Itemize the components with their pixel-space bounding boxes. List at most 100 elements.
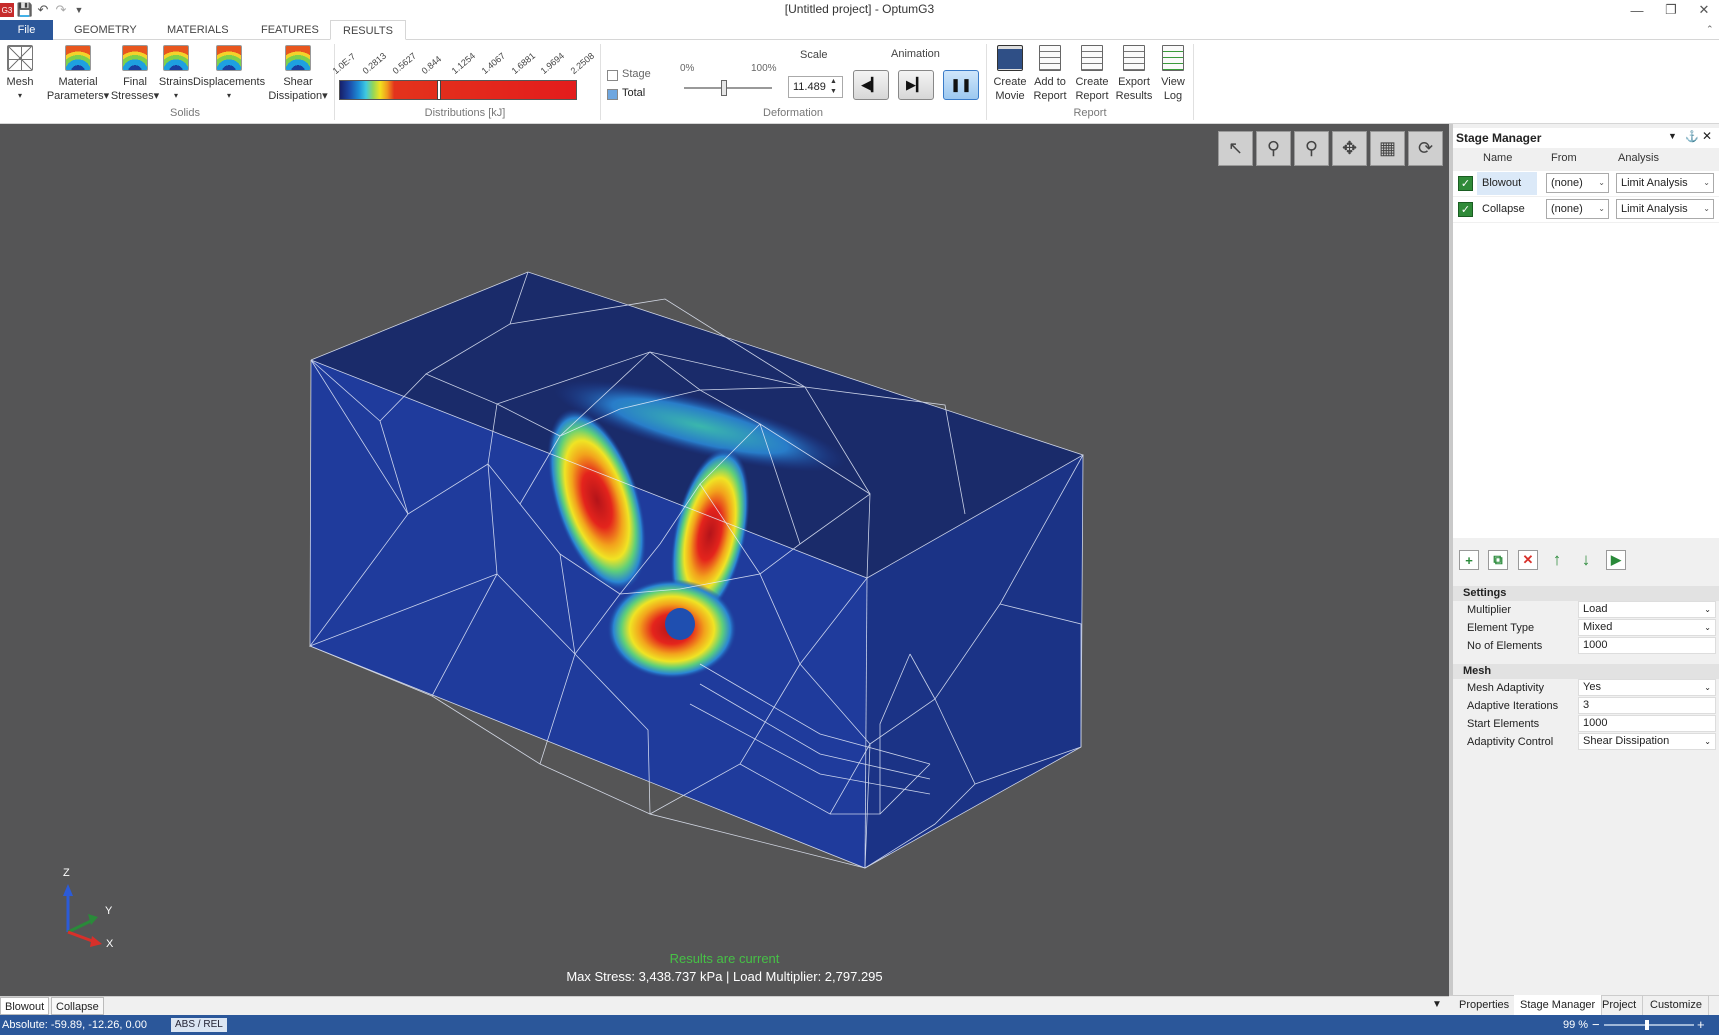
deformation-slider-thumb[interactable]: [720, 80, 727, 96]
colorbar[interactable]: [339, 80, 577, 100]
tab-geometry[interactable]: GEOMETRY: [62, 20, 149, 40]
zoom-level: 99 %: [1563, 1019, 1589, 1031]
tab-stage-manager[interactable]: Stage Manager: [1514, 995, 1603, 1015]
stage-tab-blowout[interactable]: Blowout: [0, 997, 50, 1015]
zoom-extents-icon[interactable]: ⚲: [1294, 131, 1329, 166]
scale-spinner-icon[interactable]: ▲ ▼: [830, 77, 837, 97]
stage-name[interactable]: Collapse: [1477, 198, 1537, 221]
deformation-slider-track[interactable]: [684, 87, 772, 89]
create-report-button[interactable]: Create Report: [1073, 45, 1111, 103]
minimize-icon[interactable]: —: [1623, 0, 1651, 20]
shear-dissipation-icon: [285, 45, 311, 71]
stage-row[interactable]: ✓ Blowout (none) ⌄ Limit Analysis ⌄: [1453, 171, 1719, 196]
add-to-report-button[interactable]: Add to Report: [1032, 45, 1068, 103]
zoom-slider-thumb[interactable]: [1645, 1020, 1649, 1030]
stage-tabs-overflow-icon[interactable]: ▼: [1432, 999, 1442, 1010]
pan-icon[interactable]: ✥: [1332, 131, 1367, 166]
zoom-in-icon[interactable]: +: [1697, 1015, 1705, 1035]
pause-button[interactable]: ❚❚: [943, 70, 979, 100]
add-stage-icon[interactable]: +: [1459, 550, 1479, 570]
stage-analysis-dropdown[interactable]: Limit Analysis ⌄: [1616, 199, 1714, 219]
strains-button[interactable]: Strains ▾: [158, 45, 194, 103]
status-bar: Absolute: -59.89, -12.26, 0.00 ABS / REL…: [0, 1015, 1719, 1035]
zoom-out-icon[interactable]: −: [1592, 1015, 1600, 1035]
axis-triad: [63, 884, 102, 947]
mesh-row-adaptivity-control[interactable]: Adaptivity Control Shear Dissipation ⌄: [1453, 733, 1719, 751]
panel-close-icon[interactable]: ✕: [1702, 129, 1712, 143]
delete-stage-icon[interactable]: ✕: [1518, 550, 1538, 570]
stage-name[interactable]: Blowout: [1477, 172, 1537, 195]
strains-icon: [163, 45, 189, 71]
multiplier-dropdown[interactable]: Load ⌄: [1578, 601, 1716, 618]
no-of-elements-input[interactable]: 1000: [1578, 637, 1716, 654]
settings-section-header[interactable]: Settings: [1453, 586, 1719, 601]
copy-stage-icon[interactable]: ⧉: [1488, 550, 1508, 570]
grid-icon[interactable]: ▦: [1370, 131, 1405, 166]
stage-enabled-checkbox[interactable]: ✓: [1458, 202, 1473, 217]
adaptivity-control-dropdown[interactable]: Shear Dissipation ⌄: [1578, 733, 1716, 750]
material-parameters-button[interactable]: Material Parameters▾: [47, 45, 109, 103]
abs-rel-toggle[interactable]: ABS / REL: [171, 1018, 227, 1032]
results-status: Results are current: [669, 951, 780, 966]
rotate-view-icon[interactable]: ⟳: [1408, 131, 1443, 166]
tab-materials[interactable]: MATERIALS: [155, 20, 241, 40]
view-log-button[interactable]: View Log: [1156, 45, 1190, 103]
rewind-button[interactable]: ◀▎: [853, 70, 889, 100]
colorbar-threshold-handle[interactable]: [437, 80, 441, 100]
mesh-row-adaptivity[interactable]: Mesh Adaptivity Yes ⌄: [1453, 679, 1719, 697]
model-body: [310, 272, 1083, 868]
mesh-row-start-elements[interactable]: Start Elements 1000: [1453, 715, 1719, 733]
tab-properties[interactable]: Properties: [1453, 995, 1517, 1015]
stage-from-dropdown[interactable]: (none) ⌄: [1546, 199, 1609, 219]
chevron-down-icon: ⌄: [1704, 623, 1711, 632]
shear-dissipation-button[interactable]: Shear Dissipation▾: [268, 45, 328, 103]
total-checkbox[interactable]: [607, 89, 618, 100]
mesh-adaptivity-dropdown[interactable]: Yes ⌄: [1578, 679, 1716, 696]
tab-file[interactable]: File: [0, 20, 53, 40]
tab-project[interactable]: Project: [1596, 995, 1644, 1015]
start-elements-input[interactable]: 1000: [1578, 715, 1716, 732]
stage-checkbox[interactable]: [607, 70, 618, 81]
final-stresses-button[interactable]: Final Stresses▾: [111, 45, 159, 103]
settings-row-no-of-elements[interactable]: No of Elements 1000: [1453, 637, 1719, 655]
displacements-button[interactable]: Displacements ▾: [193, 45, 265, 103]
pin-icon[interactable]: ⚓: [1685, 130, 1699, 143]
stage-tab-strip: [0, 996, 1449, 1015]
run-stage-icon[interactable]: ▶: [1606, 550, 1626, 570]
chevron-down-icon: ⌄: [1703, 178, 1710, 187]
results-summary: Max Stress: 3,438.737 kPa | Load Multipl…: [566, 969, 883, 984]
solids-group-label: Solids: [170, 107, 200, 119]
adaptive-iterations-input[interactable]: 3: [1578, 697, 1716, 714]
stage-analysis-dropdown[interactable]: Limit Analysis ⌄: [1616, 173, 1714, 193]
tab-customize[interactable]: Customize: [1644, 995, 1709, 1015]
element-type-dropdown[interactable]: Mixed ⌄: [1578, 619, 1716, 636]
create-movie-button[interactable]: Create Movie: [992, 45, 1028, 103]
coordinates-readout: Absolute: -59.89, -12.26, 0.00: [2, 1019, 147, 1031]
move-down-icon[interactable]: ↓: [1576, 550, 1596, 570]
zoom-slider[interactable]: [1604, 1024, 1694, 1026]
collapse-ribbon-icon[interactable]: ⌃: [1706, 24, 1714, 35]
mesh-section-header[interactable]: Mesh: [1453, 664, 1719, 679]
stage-from-dropdown[interactable]: (none) ⌄: [1546, 173, 1609, 193]
close-icon[interactable]: ✕: [1690, 0, 1718, 20]
stage-enabled-checkbox[interactable]: ✓: [1458, 176, 1473, 191]
stage-row[interactable]: ✓ Collapse (none) ⌄ Limit Analysis ⌄: [1453, 197, 1719, 222]
step-forward-button[interactable]: ▶▎: [898, 70, 934, 100]
zoom-icon[interactable]: ⚲: [1256, 131, 1291, 166]
stage-tab-collapse[interactable]: Collapse: [51, 997, 104, 1015]
move-up-icon[interactable]: ↑: [1547, 550, 1567, 570]
chevron-down-icon: ⌄: [1598, 204, 1605, 213]
report-icon: [1081, 45, 1103, 71]
export-results-button[interactable]: Export Results: [1115, 45, 1153, 103]
mesh-button[interactable]: Mesh ▾: [5, 45, 35, 103]
tab-results[interactable]: RESULTS: [330, 20, 406, 40]
mesh-row-iterations[interactable]: Adaptive Iterations 3: [1453, 697, 1719, 715]
panel-menu-icon[interactable]: ▼: [1668, 131, 1677, 141]
stage-label: Stage: [622, 68, 651, 80]
settings-row-multiplier[interactable]: Multiplier Load ⌄: [1453, 601, 1719, 619]
settings-row-element-type[interactable]: Element Type Mixed ⌄: [1453, 619, 1719, 637]
select-arrow-icon[interactable]: ↖: [1218, 131, 1253, 166]
3d-viewport[interactable]: Z Y X: [0, 124, 1449, 996]
restore-icon[interactable]: ❐: [1657, 0, 1685, 20]
tab-features[interactable]: FEATURES: [249, 20, 331, 40]
